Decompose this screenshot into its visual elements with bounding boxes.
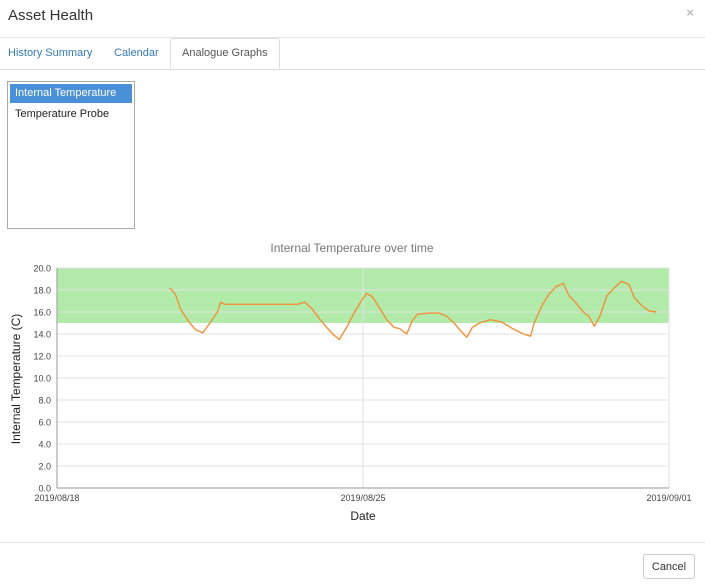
y-tick-label: 4.0 — [38, 440, 51, 450]
y-tick-label: 6.0 — [38, 418, 51, 428]
y-tick-label: 12.0 — [33, 352, 51, 362]
x-tick-label: 2019/08/25 — [340, 493, 385, 503]
y-tick-label: 14.0 — [33, 330, 51, 340]
y-tick-label: 0.0 — [38, 484, 51, 494]
tab-history-summary[interactable]: History Summary — [8, 38, 92, 68]
list-item-internal-temperature[interactable]: Internal Temperature — [10, 84, 132, 103]
x-tick-label: 2019/09/01 — [646, 493, 691, 503]
y-tick-label: 20.0 — [33, 264, 51, 274]
sensor-listbox[interactable]: Internal Temperature Temperature Probe — [7, 81, 135, 229]
y-axis-label: Internal Temperature (C) — [9, 314, 23, 445]
y-tick-label: 8.0 — [38, 396, 51, 406]
dialog-title: Asset Health — [8, 7, 94, 24]
tab-calendar[interactable]: Calendar — [114, 38, 159, 68]
y-tick-label: 18.0 — [33, 286, 51, 296]
cancel-button[interactable]: Cancel — [643, 554, 695, 579]
list-item-temperature-probe[interactable]: Temperature Probe — [10, 105, 132, 124]
y-tick-label: 16.0 — [33, 308, 51, 318]
temperature-chart: 0.0 2.0 4.0 6.0 8.0 10.0 12.0 14.0 16.0 18.0 20.0 2… — [9, 241, 692, 523]
y-tick-label: 2.0 — [38, 462, 51, 472]
x-axis-label: Date — [350, 509, 376, 523]
x-tick-label: 2019/08/18 — [34, 493, 79, 503]
chart-title: Internal Temperature over time — [270, 241, 434, 255]
tab-bar: History Summary Calendar Analogue Graphs — [0, 38, 705, 70]
tab-analogue-graphs[interactable]: Analogue Graphs — [170, 38, 280, 69]
footer-divider — [0, 542, 705, 543]
dialog-header: Asset Health × — [0, 0, 705, 38]
close-icon[interactable]: × — [686, 5, 694, 20]
y-tick-label: 10.0 — [33, 374, 51, 384]
